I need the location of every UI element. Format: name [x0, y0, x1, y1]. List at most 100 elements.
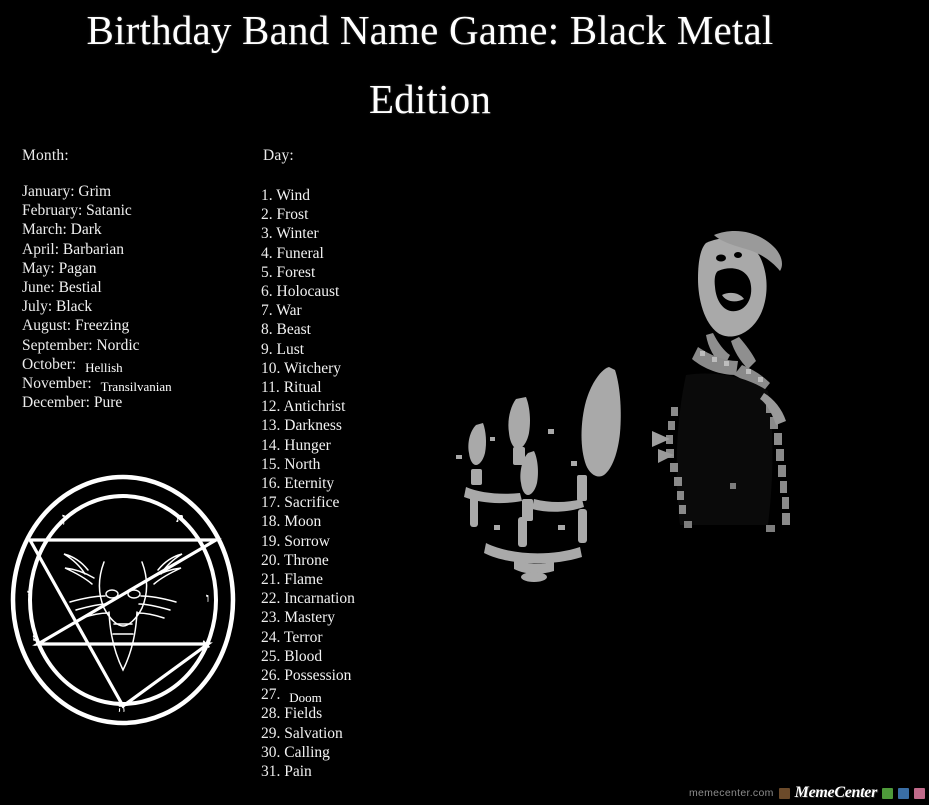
day-column-header: Day:: [263, 147, 294, 164]
day-item: 2. Frost: [261, 205, 355, 224]
month-item: June: Bestial: [22, 278, 167, 297]
day-item-key: 24.: [261, 628, 284, 646]
day-item: 23. Mastery: [261, 608, 355, 627]
month-item: July: Black: [22, 297, 167, 316]
day-item-value: Pain: [284, 763, 312, 781]
day-item: 13. Darkness: [261, 416, 355, 435]
day-item: 18. Moon: [261, 512, 355, 531]
page-title: Birthday Band Name Game: Black Metal Edi…: [0, 10, 860, 120]
day-item: 26. Possession: [261, 666, 355, 685]
day-item-value: North: [284, 455, 321, 473]
day-item: 21. Flame: [261, 570, 355, 589]
day-item-value: Blood: [284, 647, 323, 665]
day-item-key: 27.: [261, 686, 285, 704]
month-column-header: Month:: [22, 147, 69, 164]
day-item-value: Darkness: [284, 417, 342, 435]
day-item-value: Forest: [276, 263, 316, 281]
day-item-key: 5.: [261, 263, 277, 281]
day-item-key: 29.: [261, 724, 285, 742]
day-item-value: Doom: [289, 690, 322, 706]
month-item-value: Barbarian: [62, 240, 125, 258]
day-list: 1. Wind 2. Frost 3. Winter 4. Funeral 5. For…: [261, 186, 355, 781]
month-item-key: January:: [22, 183, 79, 200]
day-item: 12. Antichrist: [261, 397, 355, 416]
day-item-key: 13.: [261, 417, 285, 435]
month-item-key: September:: [22, 336, 97, 354]
month-item-key: April:: [22, 240, 63, 258]
svg-text:ן: ן: [62, 510, 65, 525]
day-item: 24. Terror: [261, 628, 355, 647]
day-item-value: Eternity: [284, 475, 335, 493]
day-item-value: Wind: [276, 187, 311, 204]
day-item-key: 17.: [261, 494, 285, 512]
day-item-key: 10.: [261, 359, 284, 377]
month-item-value: Dark: [70, 221, 102, 239]
svg-text:ה: ה: [118, 700, 125, 715]
month-item-key: May:: [22, 259, 59, 277]
day-item: 7. War: [261, 301, 355, 320]
day-item-value: Holocaust: [276, 283, 340, 301]
day-item-key: 1.: [261, 187, 277, 204]
day-item-key: 8.: [261, 321, 277, 339]
watermark-chip-brown: [778, 787, 790, 799]
month-item-key: November:: [22, 375, 96, 393]
day-item-value: Witchery: [283, 359, 342, 377]
day-item: 9. Lust: [261, 340, 355, 359]
month-item-value: Pure: [93, 394, 123, 412]
watermark: memecenter.com MemeCenter: [689, 783, 925, 803]
day-item-value: Possession: [284, 667, 352, 685]
month-item-key: December:: [22, 394, 94, 412]
day-item-key: 25.: [261, 647, 285, 665]
watermark-logo: MemeCenter: [794, 784, 878, 801]
day-item: 30. Calling: [261, 743, 355, 762]
day-item-key: 12.: [261, 398, 284, 416]
month-item: September: Nordic: [22, 336, 167, 355]
day-item-key: 11.: [261, 379, 284, 397]
month-item-value: Freezing: [74, 317, 130, 335]
day-item-key: 18.: [261, 513, 285, 531]
day-item-key: 3.: [261, 225, 277, 243]
month-item: May: Pagan: [22, 259, 167, 278]
day-item: 1. Wind: [261, 186, 355, 205]
day-item: 28. Fields: [261, 704, 355, 723]
day-item: 14. Hunger: [261, 436, 355, 455]
day-item-key: 30.: [261, 743, 285, 761]
watermark-chip-blue: [898, 787, 909, 799]
month-item-value: Grim: [78, 183, 112, 200]
day-item: 16. Eternity: [261, 474, 355, 493]
month-item-value: Nordic: [96, 336, 140, 354]
month-item-key: February:: [22, 202, 87, 220]
day-item: 10. Witchery: [261, 359, 355, 378]
title-line-1: Birthday Band Name Game: Black Metal: [86, 7, 774, 53]
day-item: 25. Blood: [261, 647, 355, 666]
month-list: January: Grim February: Satanic March: Dar…: [22, 182, 172, 412]
month-item-value: Pagan: [58, 259, 97, 277]
svg-text:ל: ל: [32, 634, 39, 649]
month-item: February: Satanic: [22, 201, 167, 220]
day-item-value: Mastery: [284, 609, 336, 627]
day-item-key: 28.: [261, 705, 285, 723]
day-item-value: Antichrist: [283, 398, 346, 416]
month-item: January: Grim: [22, 182, 167, 201]
day-item: 31. Pain: [261, 762, 355, 781]
day-item-key: 31.: [261, 763, 285, 781]
day-item: 15. North: [261, 455, 355, 474]
month-item: April: Barbarian: [22, 240, 167, 259]
day-item-value: Fields: [284, 705, 323, 723]
day-item: 27. Doom: [261, 685, 355, 706]
day-item-value: Sorrow: [284, 532, 330, 550]
day-item-key: 26.: [261, 667, 285, 685]
day-item: 22. Incarnation: [261, 589, 355, 608]
day-item-value: Calling: [284, 743, 330, 761]
day-item-key: 6.: [261, 283, 277, 301]
day-item-value: Terror: [283, 628, 323, 646]
day-item-value: Incarnation: [284, 590, 355, 608]
day-item: 3. Winter: [261, 224, 355, 243]
month-item-value: Satanic: [86, 202, 132, 220]
day-item: 17. Sacrifice: [261, 493, 355, 512]
day-item-key: 2.: [261, 206, 277, 224]
month-item-value: Transilvanian: [100, 379, 172, 395]
day-item: 4. Funeral: [261, 244, 355, 263]
svg-text:א: א: [202, 636, 210, 651]
day-item-value: War: [276, 302, 302, 320]
